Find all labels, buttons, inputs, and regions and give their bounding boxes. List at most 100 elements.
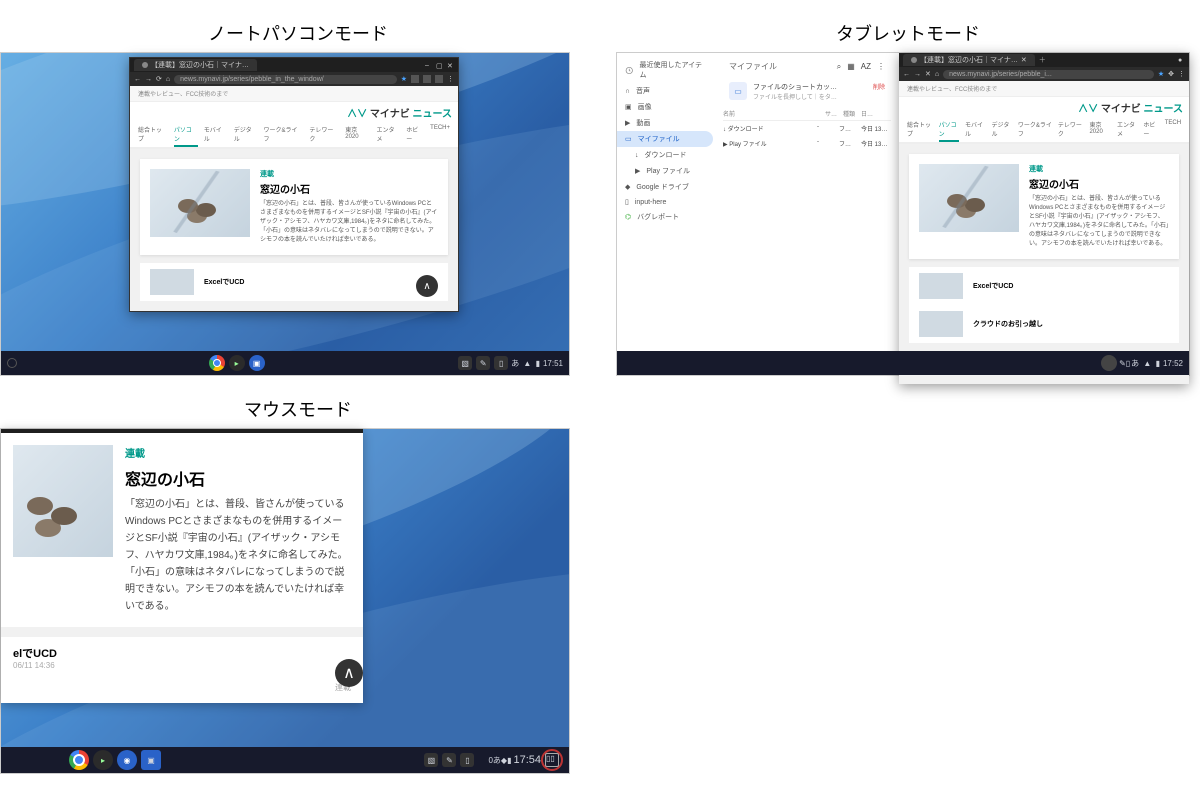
maximize-icon[interactable]: ▢ bbox=[436, 62, 443, 69]
reload-icon[interactable]: ⟳ bbox=[156, 75, 162, 83]
forward-icon[interactable]: → bbox=[145, 76, 152, 83]
nav-item[interactable]: デジタル bbox=[234, 125, 258, 143]
browser-tab[interactable]: 【連載】窓辺の小石｜マイナ… bbox=[134, 59, 257, 71]
terminal-icon[interactable]: ▸ bbox=[229, 355, 245, 371]
nav-item[interactable]: ホビー bbox=[1143, 120, 1158, 138]
browser-tab[interactable]: 【連載】窓辺の小石｜マイナ… ✕ bbox=[903, 54, 1035, 66]
extension-icon[interactable] bbox=[435, 75, 443, 83]
nav-item[interactable]: モバイル bbox=[204, 125, 228, 143]
nav-item[interactable]: パソコン bbox=[174, 125, 198, 147]
files-icon[interactable]: ▣ bbox=[249, 355, 265, 371]
url-field[interactable]: news.mynavi.jp/series/pebble_i... bbox=[943, 70, 1154, 79]
file-row[interactable]: ↓ ダウンロード - フ… 今日 13… bbox=[723, 121, 891, 136]
menu-icon[interactable]: ⋮ bbox=[1178, 70, 1185, 78]
tablet-toggle-button[interactable]: ▯▯ bbox=[541, 749, 563, 771]
nav-item[interactable]: 東京2020 bbox=[345, 125, 370, 143]
sidebar-item-downloads[interactable]: ↓ダウンロード bbox=[617, 147, 713, 163]
pen-icon[interactable]: ✎ bbox=[1119, 359, 1126, 368]
grid-icon[interactable]: ▦ bbox=[847, 62, 855, 71]
sidebar-item-myfiles[interactable]: ▭マイファイル bbox=[617, 131, 713, 147]
status-tray[interactable]: あ ▲ ▮ bbox=[510, 358, 541, 369]
nav-item[interactable]: ワーク&ライフ bbox=[1018, 120, 1052, 138]
home-icon[interactable]: ⌂ bbox=[166, 76, 170, 83]
article-title: 窓辺の小石 bbox=[1029, 176, 1169, 191]
terminal-icon[interactable]: ▸ bbox=[93, 750, 113, 770]
files-icon[interactable]: ▣ bbox=[141, 750, 161, 770]
back-icon[interactable]: ← bbox=[903, 71, 910, 78]
nav-item[interactable]: 総合トップ bbox=[907, 120, 933, 138]
image-icon: ▣ bbox=[625, 103, 632, 111]
new-tab-icon[interactable]: ＋ bbox=[1039, 55, 1046, 65]
nav-item[interactable]: パソコン bbox=[939, 120, 959, 142]
home-icon[interactable]: ⌂ bbox=[935, 71, 939, 78]
sort-icon[interactable]: AZ bbox=[861, 62, 871, 71]
extension-icon[interactable] bbox=[423, 75, 431, 83]
nav-item[interactable]: デジタル bbox=[991, 120, 1011, 138]
screenshot-icon[interactable]: ▧ bbox=[458, 356, 472, 370]
article-card-small[interactable]: クラウドのお引っ越し bbox=[909, 305, 1179, 343]
scroll-top-button[interactable]: ∧ bbox=[416, 275, 438, 297]
article-title: ExcelでUCD bbox=[204, 277, 244, 287]
scroll-top-button[interactable]: ∧ bbox=[335, 659, 363, 687]
menu-icon[interactable]: ⋮ bbox=[447, 75, 454, 83]
battery-icon: ▮ bbox=[1156, 359, 1160, 368]
pen-icon[interactable]: ✎ bbox=[442, 753, 456, 767]
sidebar-item-recent[interactable]: 最近使用したアイテム bbox=[617, 57, 713, 83]
article-thumbnail bbox=[150, 169, 250, 237]
nav-item[interactable]: エンタメ bbox=[1117, 120, 1137, 138]
sidebar-item-drive[interactable]: ◆Google ドライブ bbox=[617, 179, 713, 195]
nav-item[interactable]: テレワーク bbox=[309, 125, 339, 143]
nav-item[interactable]: 東京2020 bbox=[1089, 120, 1111, 138]
extension-icon[interactable] bbox=[411, 75, 419, 83]
reload-icon[interactable]: ✕ bbox=[925, 70, 931, 78]
url-field[interactable]: news.mynavi.jp/series/pebble_in_the_wind… bbox=[174, 75, 397, 84]
dismiss-button[interactable]: 削除 bbox=[873, 82, 885, 91]
article-card[interactable]: 連載 窓辺の小石 「窓辺の小石」とは、普段、皆さんが使っているWindows P… bbox=[140, 159, 448, 255]
sidebar-item-input[interactable]: ▯input-here bbox=[617, 195, 713, 209]
forward-icon[interactable]: → bbox=[914, 71, 921, 78]
phone-icon[interactable]: ▯ bbox=[494, 356, 508, 370]
more-icon[interactable]: ⋮ bbox=[877, 62, 885, 71]
site-logo[interactable]: ∧∨ マイナビ ニュース bbox=[899, 97, 1189, 118]
nav-item[interactable]: モバイル bbox=[965, 120, 985, 138]
status-tray[interactable]: あ ▲ ▮ bbox=[1130, 358, 1161, 369]
messages-icon[interactable]: ◉ bbox=[117, 750, 137, 770]
sidebar-item-audio[interactable]: ∩音声 bbox=[617, 83, 713, 99]
star-icon[interactable]: ★ bbox=[401, 75, 407, 83]
nav-item[interactable]: ホビー bbox=[406, 125, 424, 143]
article-card-small[interactable]: ExcelでUCD bbox=[909, 267, 1179, 305]
close-icon[interactable]: ✕ bbox=[447, 62, 454, 69]
pen-icon[interactable]: ✎ bbox=[476, 356, 490, 370]
nav-item[interactable]: テレワーク bbox=[1058, 120, 1084, 138]
sidebar-item-bug[interactable]: ⌬バグレポート bbox=[617, 209, 713, 225]
nav-item[interactable]: 総合トップ bbox=[138, 125, 168, 143]
nav-item[interactable]: エンタメ bbox=[376, 125, 400, 143]
chrome-icon[interactable] bbox=[209, 355, 225, 371]
phone-icon[interactable]: ▯ bbox=[460, 753, 474, 767]
close-icon[interactable]: ● bbox=[1178, 57, 1185, 64]
chrome-icon[interactable] bbox=[1101, 355, 1117, 371]
file-row[interactable]: ▶ Play ファイル - フ… 今日 13… bbox=[723, 136, 891, 151]
article-card-small[interactable]: ExcelでUCD bbox=[140, 263, 448, 301]
nav-item[interactable]: TECH+ bbox=[430, 125, 450, 143]
sidebar-item-play[interactable]: ▶Play ファイル bbox=[617, 163, 713, 179]
sidebar-item-images[interactable]: ▣画像 bbox=[617, 99, 713, 115]
tab-close-icon[interactable]: ✕ bbox=[1021, 56, 1027, 64]
tab-strip[interactable]: 【連載】窓辺の小石｜マイナ… – ▢ ✕ bbox=[130, 58, 458, 72]
puzzle-icon[interactable]: ✥ bbox=[1168, 70, 1174, 78]
launcher-icon[interactable] bbox=[7, 358, 17, 368]
site-logo[interactable]: ∧∨ マイナビ ニュース bbox=[130, 102, 458, 123]
clock[interactable]: 17:52 bbox=[1163, 359, 1183, 368]
article-card[interactable]: 連載 窓辺の小石 「窓辺の小石」とは、普段、皆さんが使っているWindows P… bbox=[909, 154, 1179, 259]
star-icon[interactable]: ★ bbox=[1158, 70, 1164, 78]
nav-item[interactable]: TECH bbox=[1165, 120, 1181, 138]
chrome-icon[interactable] bbox=[69, 750, 89, 770]
search-icon[interactable]: ⌕ bbox=[837, 62, 841, 72]
minimize-icon[interactable]: – bbox=[425, 62, 432, 69]
clock[interactable]: 17:54 bbox=[513, 754, 541, 766]
back-icon[interactable]: ← bbox=[134, 76, 141, 83]
screenshot-icon[interactable]: ▧ bbox=[424, 753, 438, 767]
clock[interactable]: 17:51 bbox=[543, 359, 563, 368]
sidebar-item-videos[interactable]: ▶動画 bbox=[617, 115, 713, 131]
nav-item[interactable]: ワーク&ライフ bbox=[264, 125, 304, 143]
